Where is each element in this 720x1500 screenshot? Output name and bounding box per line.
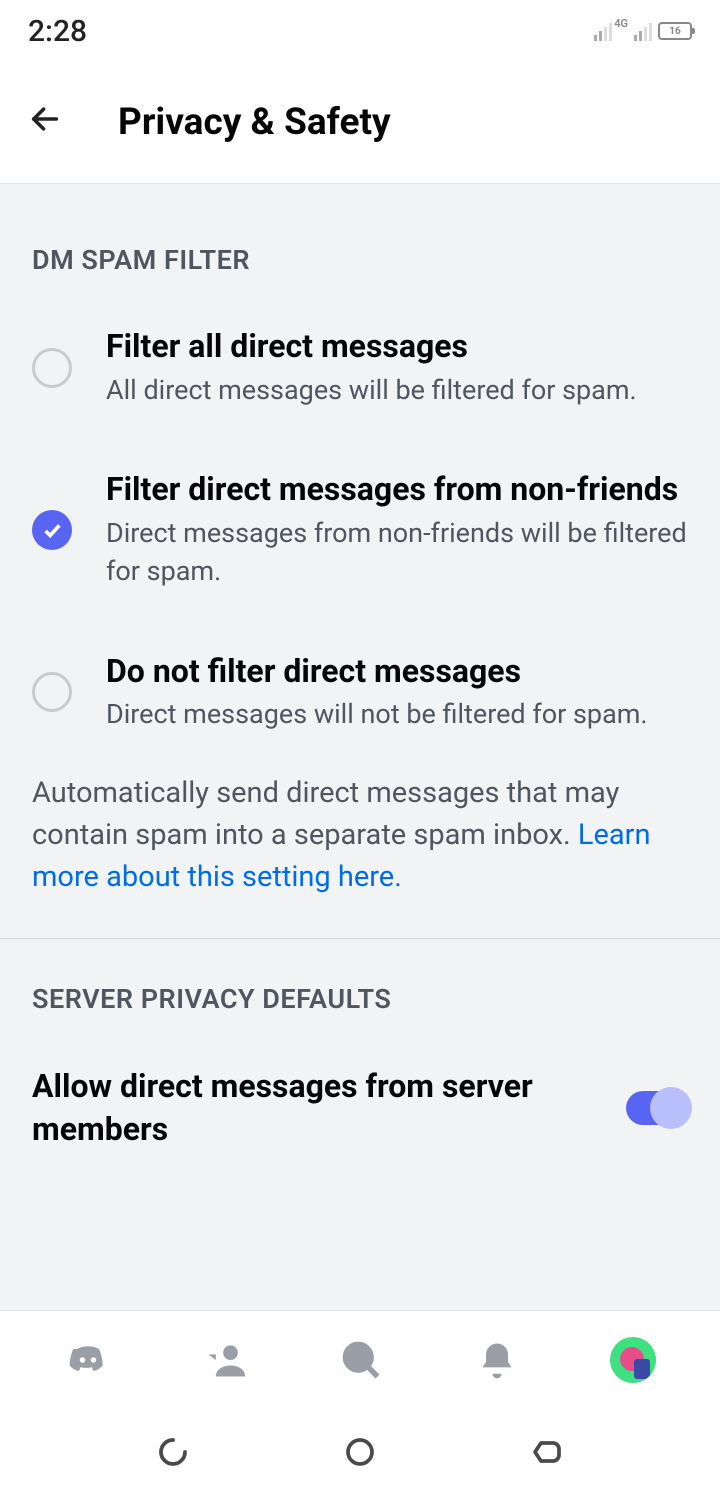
search-icon[interactable] <box>337 1336 385 1384</box>
network-type: 4G <box>614 17 628 30</box>
back-icon[interactable] <box>28 102 62 143</box>
radio-icon-checked <box>32 510 72 550</box>
section-header-dm-filter: DM SPAM FILTER <box>0 184 720 296</box>
radio-desc: All direct messages will be filtered for… <box>106 372 688 410</box>
system-nav <box>0 1408 720 1500</box>
app-header: Privacy & Safety <box>0 62 720 184</box>
radio-filter-nonfriends[interactable]: Filter direct messages from non-friends … <box>0 439 720 620</box>
radio-desc: Direct messages from non-friends will be… <box>106 515 688 591</box>
radio-title: Filter direct messages from non-friends <box>106 469 688 511</box>
radio-title: Do not filter direct messages <box>106 651 688 693</box>
status-bar: 2:28 4G 16 <box>0 0 720 62</box>
back-button[interactable] <box>529 1434 565 1474</box>
toggle-switch[interactable] <box>626 1091 688 1125</box>
signal-icon <box>594 21 612 41</box>
radio-title: Filter all direct messages <box>106 326 688 368</box>
radio-desc: Direct messages will not be filtered for… <box>106 696 688 734</box>
notifications-icon[interactable] <box>473 1336 521 1384</box>
friends-icon[interactable] <box>201 1336 249 1384</box>
status-time: 2:28 <box>28 14 87 49</box>
allow-dm-toggle-row[interactable]: Allow direct messages from server member… <box>0 1035 720 1181</box>
bottom-nav <box>0 1310 720 1408</box>
dm-filter-footer: Automatically send direct messages that … <box>0 764 720 938</box>
battery-icon: 16 <box>658 22 692 40</box>
profile-avatar[interactable] <box>610 1337 656 1383</box>
allow-dm-label: Allow direct messages from server member… <box>32 1065 606 1151</box>
radio-no-filter[interactable]: Do not filter direct messages Direct mes… <box>0 621 720 764</box>
discord-icon[interactable] <box>64 1336 112 1384</box>
section-header-server-privacy: SERVER PRIVACY DEFAULTS <box>0 939 720 1035</box>
status-icons: 4G 16 <box>594 21 692 41</box>
signal-icon-2 <box>634 21 652 41</box>
home-button[interactable] <box>342 1434 378 1474</box>
radio-icon <box>32 672 72 712</box>
page-title: Privacy & Safety <box>118 101 391 144</box>
radio-filter-all[interactable]: Filter all direct messages All direct me… <box>0 296 720 439</box>
radio-icon <box>32 348 72 388</box>
footer-text: Automatically send direct messages that … <box>32 776 619 852</box>
recents-button[interactable] <box>155 1434 191 1474</box>
